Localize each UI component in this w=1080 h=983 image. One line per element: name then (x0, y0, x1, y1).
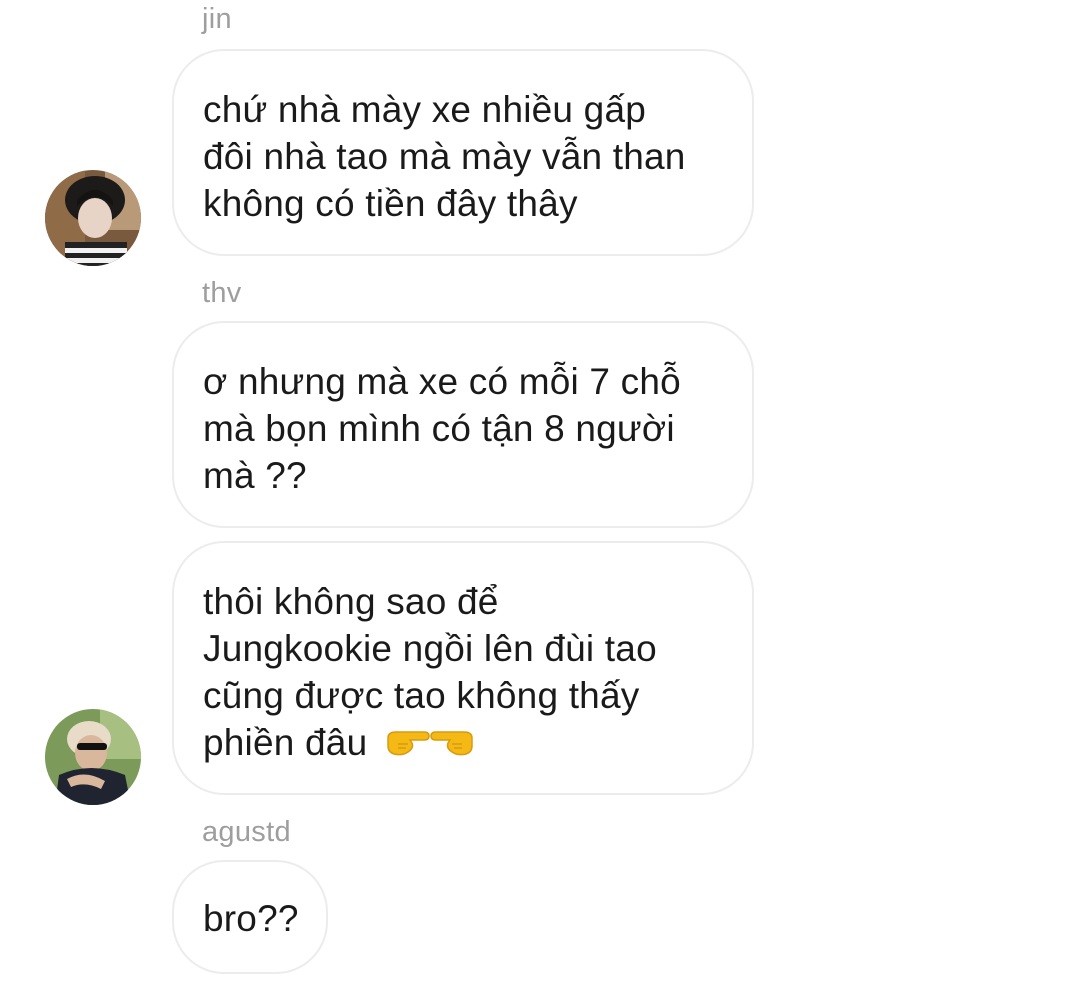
message-text: Jungkookie ngồi lên đùi tao (203, 628, 657, 669)
message-text: chứ nhà mày xe nhiều gấp (203, 89, 647, 130)
message-bubble[interactable]: ơ nhưng mà xe có mỗi 7 chỗ mà bọn mình c… (172, 321, 754, 528)
message-text: thôi không sao để (203, 581, 499, 622)
avatar-jin-image (45, 170, 141, 266)
message-bubble[interactable]: thôi không sao để Jungkookie ngồi lên đù… (172, 541, 754, 795)
sender-name: jin (202, 3, 232, 35)
message-text: mà bọn mình có tận 8 người (203, 408, 675, 449)
message-text-with-emoji: phiền đâu (203, 719, 476, 769)
message-text: ơ nhưng mà xe có mỗi 7 chỗ (203, 361, 681, 402)
sender-name: thv (202, 277, 242, 309)
pointing-right-hand-icon (384, 722, 430, 769)
avatar[interactable] (45, 709, 141, 805)
message-text: mà ?? (203, 455, 307, 496)
message-text: đôi nhà tao mà mày vẫn than (203, 136, 686, 177)
message-text: không có tiền đây thây (203, 183, 578, 224)
avatar[interactable] (45, 170, 141, 266)
message-bubble[interactable]: chứ nhà mày xe nhiều gấp đôi nhà tao mà … (172, 49, 754, 256)
message-text: bro?? (203, 898, 299, 939)
chat-thread: jin chứ nhà mày xe nhiều gấp đôi nhà tao… (0, 0, 1080, 983)
message-text: phiền đâu (203, 722, 368, 763)
sender-name: agustd (202, 816, 291, 848)
avatar-thv-image (45, 709, 141, 805)
message-bubble[interactable]: bro?? (172, 860, 328, 974)
pointing-left-hand-icon (430, 722, 476, 769)
message-text: cũng được tao không thấy (203, 675, 640, 716)
